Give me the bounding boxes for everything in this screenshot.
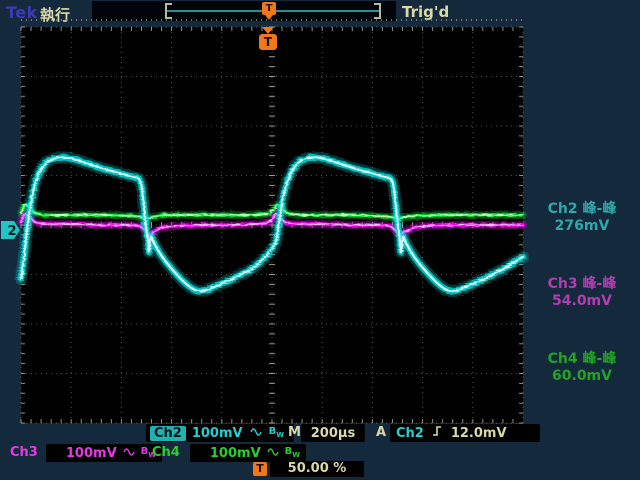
top-tick-ruler [21,19,523,21]
trigger-readout: Ch2 12.0mV [390,424,540,442]
timebase-label: M [288,425,301,440]
ch3-scale-readout: 100mV BW [46,444,162,462]
ac-coupling-icon [266,446,279,461]
ac-coupling-icon [249,426,262,441]
measurement-ch4-value: 60.0mV [552,368,612,384]
bandwidth-limit-icon: BW [284,445,300,459]
trigger-position-icon: T [262,2,276,15]
rising-edge-icon [432,425,443,441]
trigger-source: Ch2 [396,425,424,441]
record-window-brackets [165,3,381,19]
waveform-display [15,26,529,424]
bandwidth-limit-icon: BW [268,425,284,439]
ch4-scale-readout: 100mV BW [190,444,306,462]
ch4-scale-label: Ch4 [152,445,180,460]
measurement-ch2-pkpk: Ch2 峰-峰 276mV [526,201,638,235]
measurement-ch4-pkpk: Ch4 峰-峰 60.0mV [526,351,638,385]
oscilloscope-screen: Tek 執行 T Trig'd T 2 Ch2 峰-峰 276mV Ch3 峰-… [0,0,640,480]
ch2-scale-readout: Ch2 100mV BW [146,424,294,442]
ch2-scale-label: Ch2 [150,425,186,441]
ac-coupling-icon [122,446,135,461]
ch2-reference-number: 2 [8,224,17,239]
trigger-position-marker[interactable]: T [259,27,277,50]
ch2-reference-arrow-icon: 2 [1,221,20,239]
ch4-scale-value: 100mV [209,445,261,461]
ch2-scale-value: 100mV [191,425,243,441]
measurement-ch4-title: Ch4 峰-峰 [547,351,617,367]
measurement-ch2-value: 276mV [554,218,610,234]
acquisition-status: 執行 [40,6,71,24]
graticule [15,26,529,424]
horizontal-position-readout: 50.00 % [270,461,364,477]
measurement-ch3-title: Ch3 峰-峰 [547,276,617,292]
record-view-bar: T [92,1,396,21]
trigger-mode-label: A [376,425,387,440]
timebase-readout: 200µs [301,424,365,442]
trigger-level-value: 12.0mV [450,425,507,441]
ch3-scale-value: 100mV [65,445,117,461]
horizontal-trigger-icon: T [253,462,267,476]
trigger-marker-pointer-icon [262,27,274,34]
ch2-reference-marker[interactable]: 2 [1,219,21,241]
timebase-value: 200µs [310,425,356,441]
measurement-ch2-title: Ch2 峰-峰 [547,201,617,217]
measurement-ch3-pkpk: Ch3 峰-峰 54.0mV [526,276,638,310]
ch3-scale-label: Ch3 [10,445,38,460]
trigger-marker-label: T [259,34,277,50]
measurement-ch3-value: 54.0mV [552,293,612,309]
